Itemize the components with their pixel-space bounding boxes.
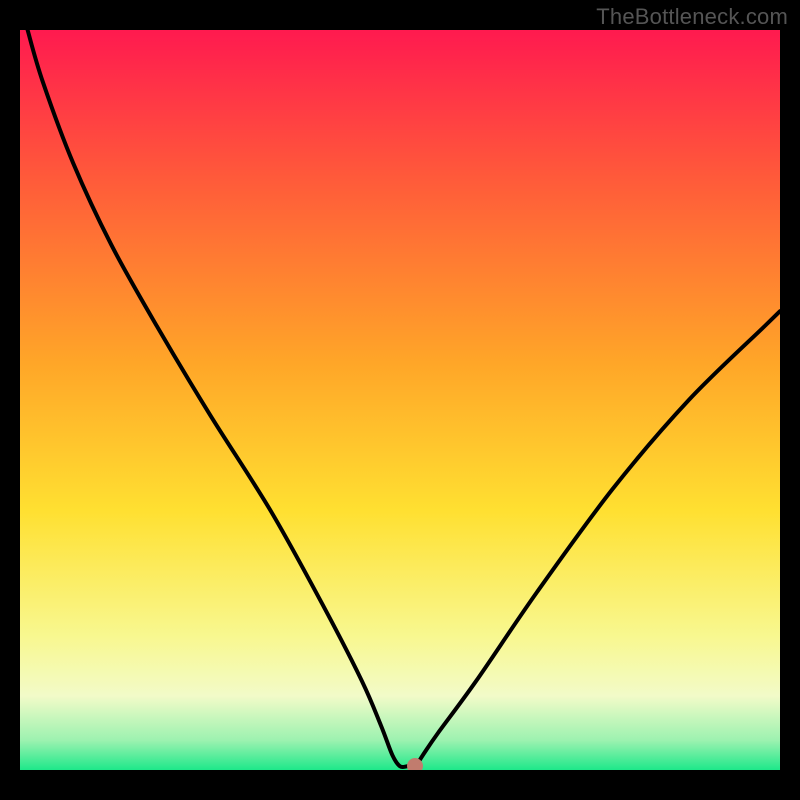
bottleneck-curve — [20, 30, 780, 770]
optimal-point-marker — [407, 758, 423, 770]
watermark-text: TheBottleneck.com — [596, 4, 788, 30]
chart-frame: TheBottleneck.com — [0, 0, 800, 800]
plot-area — [20, 30, 780, 770]
